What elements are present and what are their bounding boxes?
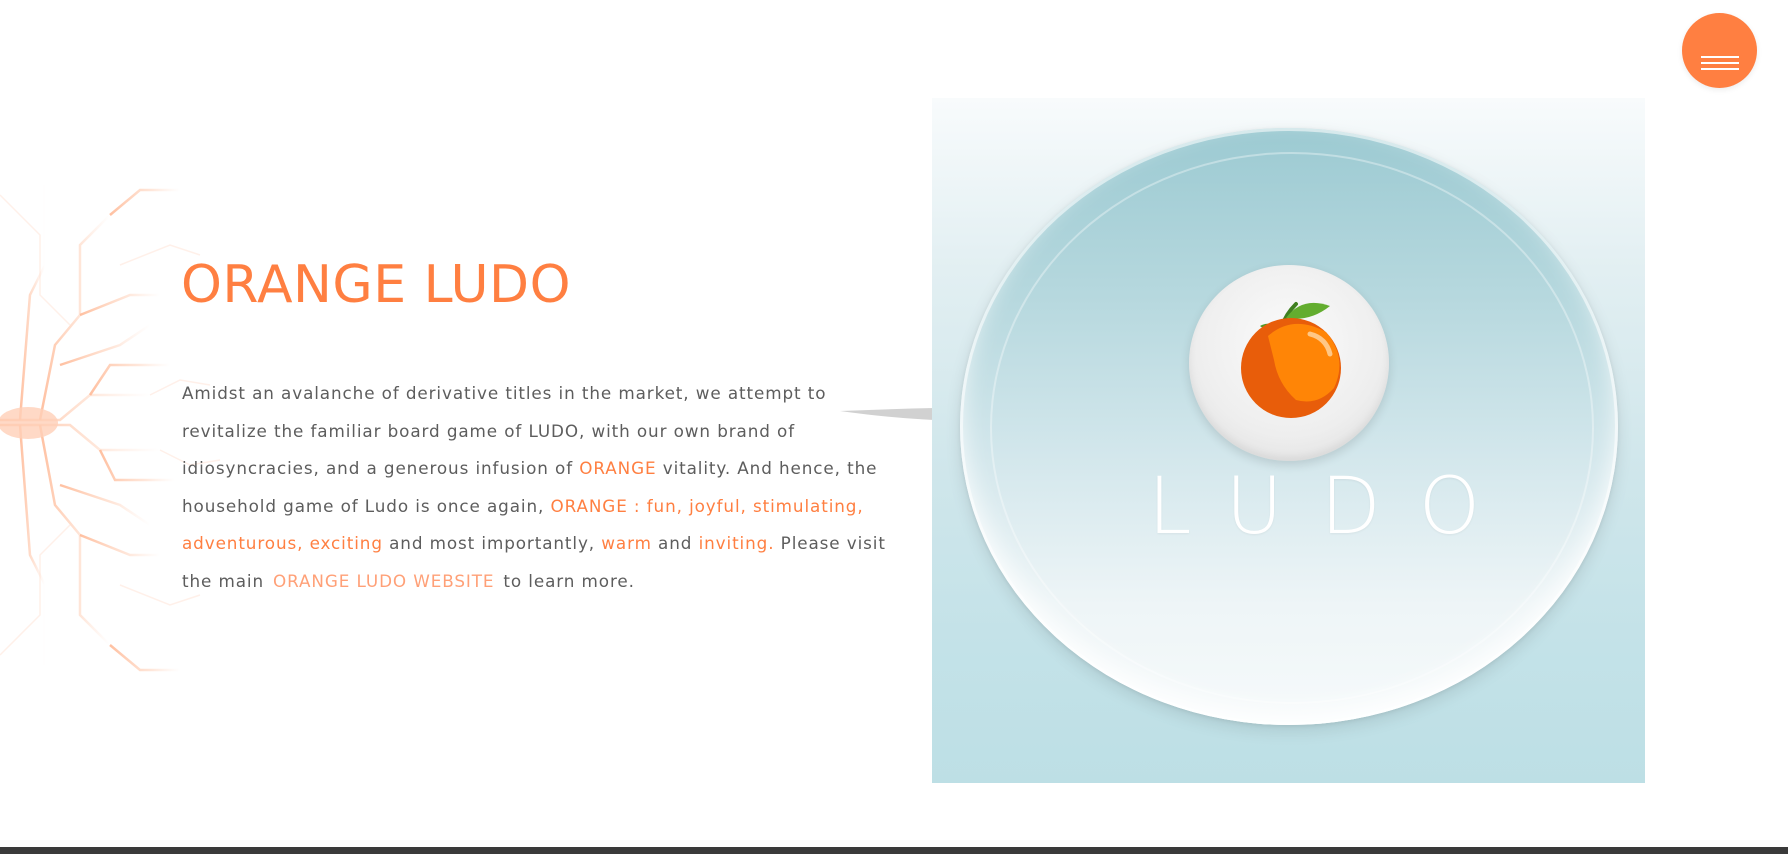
- highlight-inviting: inviting.: [698, 533, 775, 554]
- highlight-orange: ORANGE: [579, 458, 657, 479]
- intro-text: and most importantly,: [382, 533, 602, 554]
- highlight-warm: warm: [601, 533, 652, 554]
- pointer-decoration: [840, 408, 934, 420]
- intro-text: to learn more.: [503, 570, 635, 591]
- hamburger-menu-icon: [1701, 56, 1739, 58]
- intro-paragraph: Amidst an avalanche of derivative titles…: [182, 375, 902, 601]
- orange-fruit-icon: [1241, 302, 1341, 418]
- website-link[interactable]: ORANGE LUDO WEBSITE: [273, 571, 494, 591]
- hamburger-menu-icon-line: [1701, 68, 1739, 70]
- hamburger-menu-icon-line: [1701, 62, 1739, 64]
- bottom-divider: [0, 847, 1788, 854]
- menu-button[interactable]: [1682, 13, 1757, 88]
- ludo-wordmark: LUDO: [1148, 462, 1519, 552]
- intro-text: and: [651, 533, 699, 554]
- page-title: ORANGE LUDO: [181, 255, 572, 315]
